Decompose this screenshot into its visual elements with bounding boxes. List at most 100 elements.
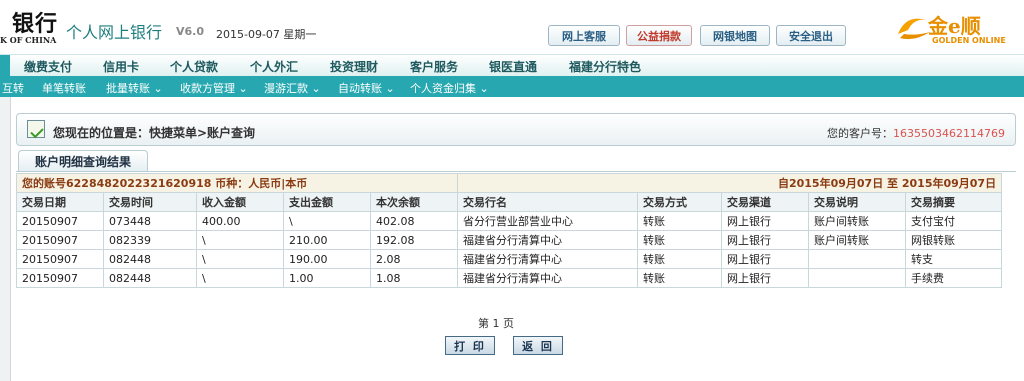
table-cell: 20150907 — [16, 230, 104, 250]
table-cell: 网上银行 — [721, 249, 810, 269]
nav-bank-hospital[interactable]: 银医直通 — [489, 58, 537, 75]
subnav-batch-transfer[interactable]: 批量转账 ⌄ — [106, 80, 163, 96]
table-cell: 1.08 — [369, 268, 459, 288]
nav-personal-forex[interactable]: 个人外汇 — [250, 58, 298, 75]
col-header: 交易方式 — [637, 192, 723, 212]
table-cell: \ — [283, 211, 371, 231]
customer-number: 您的客户号：1635503462114769 — [827, 125, 1005, 141]
header: 银行 K OF CHINA 个人网上银行 V6.0 2015-09-07 星期一… — [0, 0, 1024, 54]
table-cell: 082448 — [103, 268, 197, 288]
nav-fujian-features[interactable]: 福建分行特色 — [569, 58, 641, 75]
col-header: 交易日期 — [16, 192, 104, 212]
subnav-payee-management[interactable]: 收款方管理 ⌄ — [180, 80, 248, 96]
table-cell: 073448 — [103, 211, 197, 231]
table-cell: 400.00 — [196, 211, 284, 231]
table-cell: 082448 — [103, 249, 197, 269]
table-cell: 网上银行 — [721, 211, 810, 231]
golden-swirl-icon — [898, 18, 930, 40]
table-cell — [808, 249, 907, 269]
transaction-table: 您的账号6228482022321620918 币种：人民币|本币 自2015年… — [15, 173, 1003, 288]
table-cell: 省分行营业部营业中心 — [457, 211, 639, 231]
table-cell: 20150907 — [16, 268, 104, 288]
table-cell: 福建省分行清算中心 — [457, 249, 639, 269]
breadcrumb: 您现在的位置是：快捷菜单>账户查询 您的客户号：1635503462114769 — [16, 113, 1016, 146]
table-cell: 20150907 — [16, 249, 104, 269]
table-cell: 手续费 — [905, 268, 1003, 288]
table-cell: 网上银行 — [721, 268, 810, 288]
col-header: 交易摘要 — [905, 192, 1003, 212]
tab-account-detail-result[interactable]: 账户明细查询结果 — [18, 150, 148, 172]
section-divider — [16, 171, 1016, 172]
charity-donation-button[interactable]: 公益捐款 — [626, 25, 692, 46]
online-service-button[interactable]: 网上客服 — [548, 25, 620, 46]
col-header: 交易行名 — [457, 192, 639, 212]
table-cell: 网银转账 — [905, 230, 1003, 250]
table-cell: 福建省分行清算中心 — [457, 230, 639, 250]
golden-logo-en: GOLDEN ONLINE — [932, 36, 1006, 45]
bank-map-button[interactable]: 网银地图 — [700, 25, 770, 46]
table-row: 20150907 082339 \ 210.00 192.08 福建省分行清算中… — [16, 230, 1003, 250]
table-row: 20150907 082448 \ 1.00 1.08 福建省分行清算中心 转账… — [16, 268, 1003, 288]
table-cell: 210.00 — [283, 230, 371, 250]
safe-logout-button[interactable]: 安全退出 — [776, 25, 846, 46]
subnav-fund-collection[interactable]: 个人资金归集 ⌄ — [410, 80, 489, 96]
left-panel-edge — [0, 97, 11, 381]
nav-credit-card[interactable]: 信用卡 — [103, 58, 139, 75]
account-summary-row: 您的账号6228482022321620918 币种：人民币|本币 自2015年… — [15, 173, 1003, 193]
nav-personal-loan[interactable]: 个人贷款 — [170, 58, 218, 75]
table-cell: 账户间转账 — [808, 230, 907, 250]
checklist-icon — [27, 120, 45, 138]
table-cell: 20150907 — [16, 211, 104, 231]
active-tab-edge[interactable] — [0, 55, 10, 77]
col-header: 交易渠道 — [721, 192, 810, 212]
table-cell: 转账 — [637, 249, 723, 269]
subnav-auto-transfer[interactable]: 自动转账 ⌄ — [338, 80, 395, 96]
main-nav: 缴费支付 信用卡 个人贷款 个人外汇 投资理财 客户服务 银医直通 福建分行特色 — [0, 54, 1024, 77]
current-date: 2015-09-07 星期一 — [216, 28, 317, 41]
golden-online-logo: 金e顺 GOLDEN ONLINE — [896, 8, 1020, 48]
golden-logo-text: 金e顺 — [928, 14, 981, 38]
col-header: 本次余额 — [369, 192, 459, 212]
table-cell: 1.00 — [283, 268, 371, 288]
nav-pay-fees[interactable]: 缴费支付 — [24, 58, 72, 75]
table-cell: 福建省分行清算中心 — [457, 268, 639, 288]
table-cell: 转账 — [637, 230, 723, 250]
table-cell: \ — [196, 230, 284, 250]
table-cell: \ — [196, 268, 284, 288]
customer-number-label: 您的客户号： — [827, 127, 894, 140]
col-header: 收入金额 — [196, 192, 284, 212]
col-header: 交易时间 — [103, 192, 197, 212]
table-cell: 支付宝付 — [905, 211, 1003, 231]
table-cell: 网上银行 — [721, 230, 810, 250]
table-row: 20150907 082448 \ 190.00 2.08 福建省分行清算中心 … — [16, 249, 1003, 269]
nav-investment[interactable]: 投资理财 — [330, 58, 378, 75]
table-cell: 2.08 — [369, 249, 459, 269]
table-cell: \ — [196, 249, 284, 269]
app-version: V6.0 — [176, 25, 204, 38]
table-cell: 转账 — [637, 211, 723, 231]
print-button[interactable]: 打 印 — [445, 336, 495, 355]
bank-logo-subtitle: K OF CHINA — [0, 35, 57, 45]
table-cell: 192.08 — [369, 230, 459, 250]
customer-number-value: 1635503462114769 — [893, 127, 1005, 140]
date-range: 自2015年09月07日 至 2015年09月07日 — [457, 173, 1003, 193]
table-row: 20150907 073448 400.00 \ 402.08 省分行营业部营业… — [16, 211, 1003, 231]
subnav-single-transfer[interactable]: 单笔转账 — [42, 80, 86, 96]
table-cell — [808, 268, 907, 288]
back-button[interactable]: 返 回 — [513, 336, 563, 355]
page-indicator: 第 1 页 — [478, 317, 514, 330]
account-info: 您的账号6228482022321620918 币种：人民币|本币 — [15, 173, 459, 193]
breadcrumb-location: 您现在的位置是：快捷菜单>账户查询 — [53, 126, 256, 140]
table-cell: 190.00 — [283, 249, 371, 269]
table-cell: 402.08 — [369, 211, 459, 231]
bank-page: 银行 K OF CHINA 个人网上银行 V6.0 2015-09-07 星期一… — [0, 0, 1024, 381]
subnav-mutual-transfer[interactable]: 互转 — [2, 80, 24, 96]
nav-customer-service[interactable]: 客户服务 — [410, 58, 458, 75]
table-cell: 转账 — [637, 268, 723, 288]
table-cell: 转支 — [905, 249, 1003, 269]
table-header-row: 交易日期 交易时间 收入金额 支出金额 本次余额 交易行名 交易方式 交易渠道 … — [16, 192, 1003, 212]
app-title: 个人网上银行 — [66, 23, 163, 42]
col-header: 支出金额 — [283, 192, 371, 212]
bank-logo: 银行 — [12, 11, 59, 37]
subnav-roaming-remittance[interactable]: 漫游汇款 ⌄ — [264, 80, 321, 96]
